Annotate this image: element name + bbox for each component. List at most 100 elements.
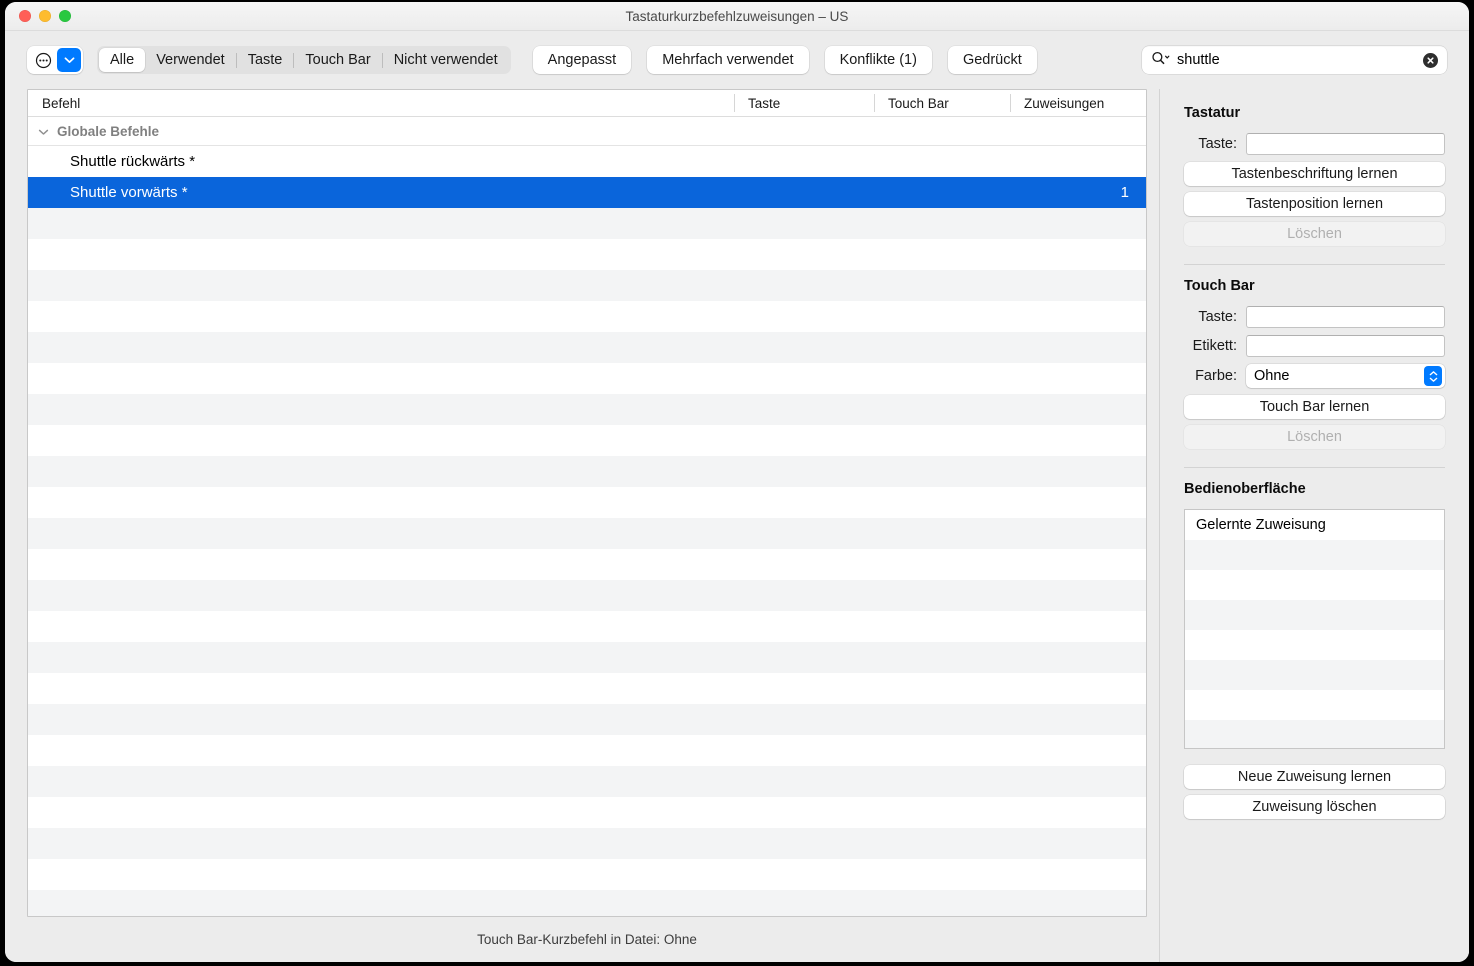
listbox-empty-rows	[1185, 540, 1444, 748]
table-empty-row[interactable]	[28, 859, 1146, 890]
section-divider	[1184, 467, 1445, 468]
neue-zuweisung-lernen-button[interactable]: Neue Zuweisung lernen	[1184, 765, 1445, 789]
toolbar: Alle Verwendet Taste Touch Bar Nicht ver…	[5, 31, 1469, 89]
maximize-window-button[interactable]	[59, 10, 71, 22]
table-empty-row[interactable]	[28, 363, 1146, 394]
section-divider	[1184, 264, 1445, 265]
filter-segment-label: Nicht verwendet	[393, 52, 498, 68]
listbox-empty-row[interactable]	[1185, 570, 1444, 600]
keyboard-key-input[interactable]	[1246, 133, 1445, 155]
keyboard-loeschen-button: Löschen	[1184, 222, 1445, 246]
keyboard-key-label: Taste:	[1198, 136, 1237, 152]
column-header-touch-bar[interactable]: Touch Bar	[874, 90, 1010, 116]
column-header-zuweisungen[interactable]: Zuweisungen	[1010, 90, 1146, 116]
chevron-down-icon[interactable]	[57, 48, 81, 72]
search-icon[interactable]	[1151, 51, 1170, 70]
listbox-empty-row[interactable]	[1185, 690, 1444, 720]
table-empty-row[interactable]	[28, 611, 1146, 642]
table-empty-row[interactable]	[28, 673, 1146, 704]
table-empty-row[interactable]	[28, 580, 1146, 611]
table-empty-row[interactable]	[28, 270, 1146, 301]
table-empty-row[interactable]	[28, 239, 1146, 270]
angepasst-button[interactable]: Angepasst	[532, 46, 632, 74]
listbox-empty-row[interactable]	[1185, 720, 1444, 748]
table-row[interactable]: Shuttle rückwärts *	[28, 146, 1146, 177]
touchbar-farbe-select[interactable]: Ohne	[1246, 364, 1445, 388]
cell-zuweisungen: 1	[1120, 184, 1129, 201]
table-empty-row[interactable]	[28, 704, 1146, 735]
tastenposition-lernen-button[interactable]: Tastenposition lernen	[1184, 192, 1445, 216]
action-popup-button[interactable]	[27, 46, 83, 74]
table-group-row-globale-befehle[interactable]: Globale Befehle	[28, 117, 1146, 146]
keyboard-key-row: Taste:	[1184, 133, 1445, 155]
filter-segment-label: Touch Bar	[305, 52, 371, 68]
table-empty-row[interactable]	[28, 797, 1146, 828]
filter-segment-touch-bar[interactable]: Touch Bar	[294, 48, 381, 72]
cell-befehl: Shuttle vorwärts *	[70, 184, 188, 201]
listbox-empty-row[interactable]	[1185, 540, 1444, 570]
table-header-row: Befehl Taste Touch Bar Zuweisungen	[28, 90, 1146, 117]
listbox-empty-row[interactable]	[1185, 600, 1444, 630]
shortcuts-table: Befehl Taste Touch Bar Zuweisungen Globa…	[27, 89, 1147, 917]
touch-bar-lernen-button[interactable]: Touch Bar lernen	[1184, 395, 1445, 419]
chevron-down-icon[interactable]	[38, 124, 49, 139]
clear-search-icon[interactable]	[1423, 52, 1438, 68]
filter-segment-taste[interactable]: Taste	[237, 48, 294, 72]
assignments-listbox[interactable]: Gelernte Zuweisung	[1184, 509, 1445, 749]
app-window: Tastaturkurzbefehlzuweisungen – US Alle	[5, 2, 1469, 962]
table-empty-row[interactable]	[28, 828, 1146, 859]
list-item-label: Gelernte Zuweisung	[1196, 517, 1326, 533]
table-empty-row[interactable]	[28, 332, 1146, 363]
filter-segment-verwendet[interactable]: Verwendet	[145, 48, 236, 72]
table-empty-row[interactable]	[28, 487, 1146, 518]
window-titlebar: Tastaturkurzbefehlzuweisungen – US	[5, 2, 1469, 31]
filter-segmented-control[interactable]: Alle Verwendet Taste Touch Bar Nicht ver…	[97, 46, 511, 74]
table-empty-row[interactable]	[28, 642, 1146, 673]
mehrfach-verwendet-button[interactable]: Mehrfach verwendet	[647, 46, 809, 74]
touchbar-key-row: Taste:	[1184, 306, 1445, 328]
cell-befehl: Shuttle rückwärts *	[70, 153, 196, 170]
tastenbeschriftung-lernen-button[interactable]: Tastenbeschriftung lernen	[1184, 162, 1445, 186]
close-window-button[interactable]	[19, 10, 31, 22]
table-empty-row[interactable]	[28, 518, 1146, 549]
column-header-label: Zuweisungen	[1024, 95, 1105, 111]
table-row-selected[interactable]: Shuttle vorwärts * 1	[28, 177, 1146, 208]
listbox-empty-row[interactable]	[1185, 660, 1444, 690]
table-empty-row[interactable]	[28, 549, 1146, 580]
table-empty-row[interactable]	[28, 766, 1146, 797]
touchbar-farbe-label: Farbe:	[1195, 368, 1237, 384]
touchbar-etikett-row: Etikett:	[1184, 335, 1445, 357]
gedrueckt-button[interactable]: Gedrückt	[947, 46, 1037, 74]
table-empty-row[interactable]	[28, 890, 1146, 916]
table-empty-row[interactable]	[28, 394, 1146, 425]
listbox-empty-row[interactable]	[1185, 630, 1444, 660]
zuweisung-loeschen-button[interactable]: Zuweisung löschen	[1184, 795, 1445, 819]
stepper-updown-icon[interactable]	[1424, 366, 1442, 386]
group-row-content: Globale Befehle	[28, 124, 159, 139]
filter-segment-nicht-verwendet[interactable]: Nicht verwendet	[383, 48, 509, 72]
search-input[interactable]	[1177, 52, 1423, 68]
konflikte-button[interactable]: Konflikte (1)	[824, 46, 932, 74]
table-empty-row[interactable]	[28, 208, 1146, 239]
column-header-befehl[interactable]: Befehl	[28, 90, 734, 116]
table-empty-rows	[28, 208, 1146, 916]
ellipsis-circle-icon	[29, 48, 57, 72]
content-area: Befehl Taste Touch Bar Zuweisungen Globa…	[5, 89, 1469, 962]
touchbar-key-input[interactable]	[1246, 306, 1445, 328]
table-empty-row[interactable]	[28, 301, 1146, 332]
filter-segment-alle[interactable]: Alle	[99, 48, 146, 72]
column-header-taste[interactable]: Taste	[734, 90, 874, 116]
column-header-label: Befehl	[42, 95, 81, 111]
group-row-label: Globale Befehle	[57, 123, 160, 139]
table-empty-row[interactable]	[28, 425, 1146, 456]
list-item[interactable]: Gelernte Zuweisung	[1185, 510, 1444, 540]
traffic-light-buttons	[19, 10, 71, 22]
minimize-window-button[interactable]	[39, 10, 51, 22]
search-field[interactable]	[1142, 46, 1447, 74]
touchbar-etikett-label: Etikett:	[1192, 338, 1237, 354]
table-empty-row[interactable]	[28, 456, 1146, 487]
touchbar-etikett-input[interactable]	[1246, 335, 1445, 357]
status-bar: Touch Bar-Kurzbefehl in Datei: Ohne	[27, 917, 1147, 962]
table-empty-row[interactable]	[28, 735, 1146, 766]
inspector-sidebar: Tastatur Taste: Tastenbeschriftung lerne…	[1159, 89, 1469, 962]
